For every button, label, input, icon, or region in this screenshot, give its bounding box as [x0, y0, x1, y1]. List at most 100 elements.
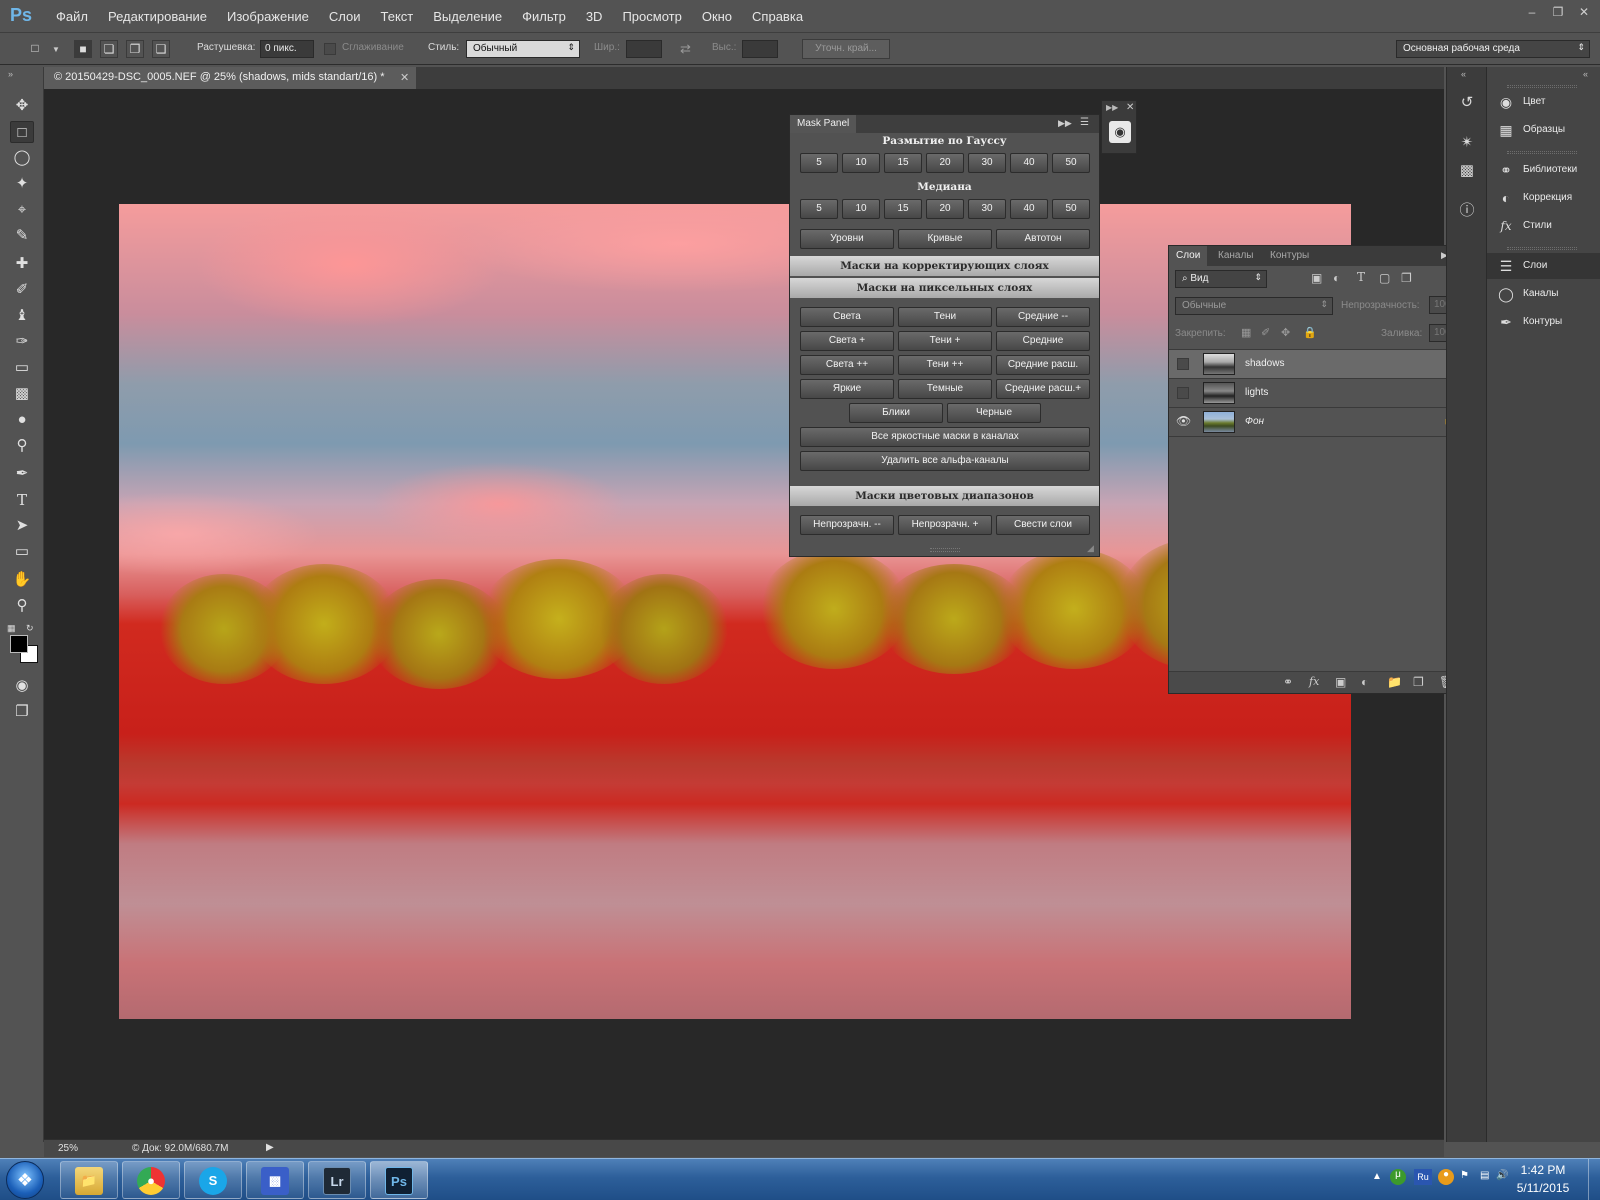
history-icon[interactable]: ↺	[1457, 93, 1477, 113]
median-40-button[interactable]: 40	[1010, 199, 1048, 219]
antialias-checkbox[interactable]	[324, 43, 336, 55]
rectangle-tool-icon[interactable]: ▭	[10, 541, 34, 563]
histogram-icon[interactable]: ▩	[1457, 161, 1477, 181]
menu-image[interactable]: Изображение	[217, 9, 319, 24]
mask-panel-icon[interactable]: ◉	[1109, 121, 1131, 143]
gauss-30-button[interactable]: 30	[968, 153, 1006, 173]
refine-edge-button[interactable]: Уточн. край...	[802, 39, 890, 59]
layer-row-background[interactable]: 👁 Фон 🔒	[1169, 408, 1469, 437]
crop-tool-icon[interactable]: ⌖	[10, 199, 34, 221]
dodge-tool-icon[interactable]: ⚲	[10, 435, 34, 457]
add-selection-icon[interactable]: ❏	[100, 40, 118, 58]
pen-tool-icon[interactable]: ✒	[10, 463, 34, 485]
visibility-toggle[interactable]	[1177, 358, 1189, 370]
blur-tool-icon[interactable]: ●	[10, 409, 34, 431]
filter-type-icon[interactable]: T	[1357, 270, 1365, 284]
swap-colors-icon[interactable]: ↻	[26, 623, 34, 634]
menu-layers[interactable]: Слои	[319, 9, 371, 24]
highlights-button[interactable]: Блики	[849, 403, 943, 423]
all-luminosity-masks-button[interactable]: Все яркостные маски в каналах	[800, 427, 1090, 447]
close-icon[interactable]: ✕	[1126, 102, 1134, 113]
default-colors-icon[interactable]: ▦	[7, 623, 16, 634]
document-tab[interactable]: © 20150429-DSC_0005.NEF @ 25% (shadows, …	[44, 67, 416, 89]
gauss-5-button[interactable]: 5	[800, 153, 838, 173]
info-icon[interactable]: ⓘ	[1457, 201, 1477, 221]
brush-tool-icon[interactable]: ✐	[10, 279, 34, 301]
language-indicator[interactable]: Ru	[1414, 1169, 1432, 1185]
shadows-button[interactable]: Тени	[898, 307, 992, 327]
hand-tool-icon[interactable]: ✋	[10, 569, 34, 591]
layer-filter-select[interactable]: ⌕ Вид ⇕	[1175, 270, 1267, 288]
clone-stamp-tool-icon[interactable]: ♝	[10, 305, 34, 327]
dock-item-channels[interactable]: ◯ Каналы	[1487, 281, 1600, 307]
gauss-20-button[interactable]: 20	[926, 153, 964, 173]
fx-icon[interactable]: fx	[1309, 675, 1319, 688]
resize-corner-icon[interactable]: ◢	[1087, 543, 1094, 554]
panel-resize-grip[interactable]	[930, 548, 960, 552]
foreground-color-swatch[interactable]	[10, 635, 28, 653]
menu-3d[interactable]: 3D	[576, 9, 613, 24]
zoom-tool-icon[interactable]: ⚲	[10, 595, 34, 617]
median-10-button[interactable]: 10	[842, 199, 880, 219]
taskbar-lightroom[interactable]: Lr	[308, 1161, 366, 1199]
history-brush-tool-icon[interactable]: ✑	[10, 331, 34, 353]
lock-pixels-icon[interactable]: ✐	[1261, 326, 1270, 339]
menu-file[interactable]: Файл	[46, 9, 98, 24]
volume-icon[interactable]: 🔊	[1496, 1170, 1508, 1181]
dock-item-layers[interactable]: ☰ Слои	[1487, 253, 1600, 279]
gauss-15-button[interactable]: 15	[884, 153, 922, 173]
screen-mode-icon[interactable]: ❐	[10, 701, 34, 723]
mids-wide-plus-button[interactable]: Средние расш.+	[996, 379, 1090, 399]
median-20-button[interactable]: 20	[926, 199, 964, 219]
taskbar-floppy-app[interactable]: ▩	[246, 1161, 304, 1199]
lasso-tool-icon[interactable]: ◯	[10, 147, 34, 169]
close-tab-icon[interactable]: ✕	[400, 71, 409, 84]
type-tool-icon[interactable]: T	[10, 489, 34, 511]
expand-icon[interactable]: ▶▶	[1106, 103, 1118, 112]
eye-icon[interactable]: 👁	[1176, 414, 1191, 428]
zoom-level[interactable]: 25%	[58, 1143, 78, 1154]
eyedropper-tool-icon[interactable]: ✎	[10, 225, 34, 247]
start-button[interactable]: ❖	[6, 1161, 44, 1199]
mids-button[interactable]: Средние	[996, 331, 1090, 351]
menu-select[interactable]: Выделение	[423, 9, 512, 24]
median-15-button[interactable]: 15	[884, 199, 922, 219]
tab-layers[interactable]: Слои	[1169, 246, 1208, 266]
flag-icon[interactable]: ⚑	[1460, 1170, 1469, 1181]
lock-position-icon[interactable]: ✥	[1281, 326, 1290, 339]
quick-mask-icon[interactable]: ◉	[10, 675, 34, 697]
menu-help[interactable]: Справка	[742, 9, 813, 24]
intersect-selection-icon[interactable]: ❑	[152, 40, 170, 58]
network-icon[interactable]: ▤	[1480, 1170, 1489, 1181]
style-select[interactable]: Обычный ⇕	[466, 40, 580, 58]
quick-selection-tool-icon[interactable]: ✦	[10, 173, 34, 195]
adjustment-layer-icon[interactable]: ◐	[1361, 675, 1368, 689]
flatten-button[interactable]: Свести слои	[996, 515, 1090, 535]
lights-plus-button[interactable]: Света +	[800, 331, 894, 351]
new-selection-icon[interactable]: ■	[74, 40, 92, 58]
menu-type[interactable]: Текст	[371, 9, 424, 24]
dark-button[interactable]: Темные	[898, 379, 992, 399]
add-mask-icon[interactable]: ▣	[1335, 675, 1346, 689]
new-layer-icon[interactable]: ❐	[1413, 675, 1424, 689]
shadows-plusplus-button[interactable]: Тени ++	[898, 355, 992, 375]
new-group-icon[interactable]: 📁	[1387, 675, 1402, 689]
restore-icon[interactable]: ❐	[1546, 3, 1570, 21]
rect-marquee-tool-icon[interactable]: □	[10, 121, 34, 143]
dock-item-swatches[interactable]: ▦ Образцы	[1487, 117, 1600, 143]
show-desktop-button[interactable]	[1588, 1159, 1600, 1200]
pixel-masks-section[interactable]: Маски на пиксельных слоях	[790, 278, 1099, 298]
clock-date[interactable]: 5/11/2015	[1508, 1181, 1578, 1195]
visibility-toggle[interactable]	[1177, 387, 1189, 399]
taskbar-explorer[interactable]: 📁	[60, 1161, 118, 1199]
status-menu-arrow-icon[interactable]: ▶	[266, 1142, 274, 1153]
tab-paths[interactable]: Контуры	[1263, 246, 1316, 266]
menu-filter[interactable]: Фильтр	[512, 9, 576, 24]
dock-item-libraries[interactable]: ⚭ Библиотеки	[1487, 157, 1600, 183]
height-input[interactable]	[742, 40, 778, 58]
gauss-40-button[interactable]: 40	[1010, 153, 1048, 173]
color-range-masks-section[interactable]: Маски цветовых диапазонов	[790, 486, 1099, 506]
autotone-button[interactable]: Автотон	[996, 229, 1090, 249]
marquee-preset-icon[interactable]: □	[26, 40, 44, 58]
opacity-plus-button[interactable]: Непрозрачн. +	[898, 515, 992, 535]
